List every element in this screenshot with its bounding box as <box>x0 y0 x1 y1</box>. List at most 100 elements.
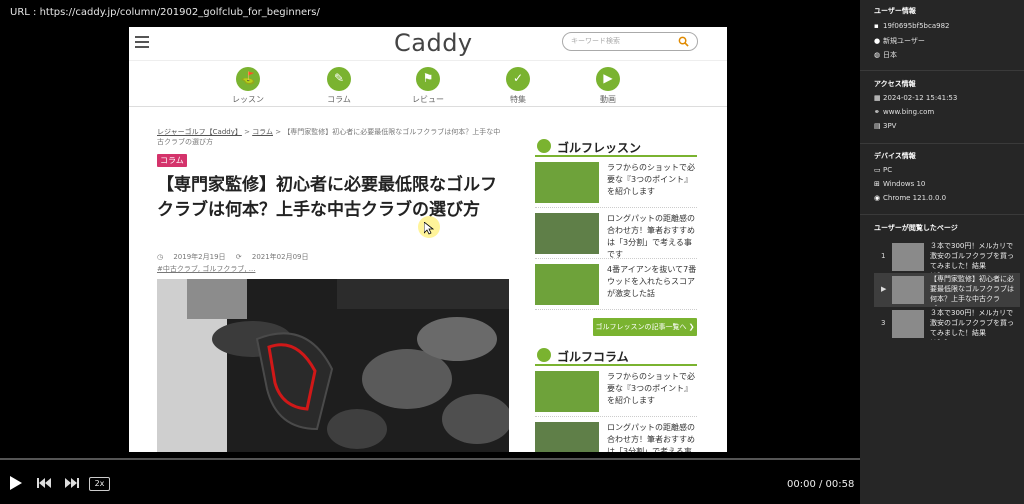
list-item[interactable]: ラフからのショットで必要な『3つのポイント』を紹介します <box>535 157 697 208</box>
article-thumbnail <box>535 162 599 203</box>
section-title-text: ゴルフコラム <box>557 350 629 364</box>
device-info-title: デバイス情報 <box>874 152 916 160</box>
replay-player: URL : https://caddy.jp/column/201902_gol… <box>0 0 860 504</box>
history-thumbnail <box>892 276 924 304</box>
browser-row: ◉ Chrome 121.0.0.0 <box>874 194 946 202</box>
referrer: www.bing.com <box>883 108 935 116</box>
nav-feature[interactable]: ✓ 特集 <box>488 67 548 105</box>
history-thumbnail <box>892 243 924 271</box>
article-hero-image <box>157 279 509 452</box>
access-time-row: ▦ 2024-02-12 15:41:53 <box>874 94 957 102</box>
history-item-active[interactable]: ▶ 【専門家監修】初心者に必要最低限なゴルフクラブは何本？上手な中古クラブ・・・ <box>874 273 1020 307</box>
divider <box>860 214 1024 215</box>
article-thumbnail <box>535 422 599 452</box>
nav-column[interactable]: ✎ コラム <box>309 67 369 105</box>
article-link[interactable]: 4番アイアンを抜いて7番ウッドを入れたらスコアが激変した話 <box>607 264 699 300</box>
site-logo[interactable]: Caddy <box>394 29 473 57</box>
link-icon: ⚭ <box>874 108 880 116</box>
clock-icon: ◷ <box>157 253 166 261</box>
os-row: ⊞ Windows 10 <box>874 180 925 188</box>
article-dates: ◷ 2019年2月19日 ⟳ 2021年02月09日 <box>157 252 317 262</box>
id-card-icon: ▪ <box>874 22 879 30</box>
category-nav: ⛳ レッスン ✎ コラム ⚑ レビュー ✓ 特集 ▶ 動画 <box>129 63 727 107</box>
device: PC <box>883 166 893 174</box>
breadcrumb-separator: > <box>241 128 253 136</box>
sidebar-section-title: ゴルフレッスン <box>535 137 697 157</box>
hamburger-menu-icon[interactable] <box>135 36 149 48</box>
playback-time: 00:00 / 00:58 <box>787 479 855 490</box>
playback-speed-button[interactable]: 2x <box>89 477 110 491</box>
mouse-cursor-icon <box>418 216 440 238</box>
updated-date: 2021年02月09日 <box>251 253 309 261</box>
rewind-icon[interactable] <box>37 478 51 488</box>
nav-label: 動画 <box>600 95 616 104</box>
article-thumbnail <box>535 213 599 254</box>
document-icon: ▤ <box>874 122 881 130</box>
progress-bar[interactable] <box>0 458 860 460</box>
history-title: ユーザーが閲覧したページ <box>874 224 958 232</box>
session-info-panel: ユーザー情報 ▪ 19f0695bf5bca982 ● 新規ユーザー ◍ 日本 アクセ… <box>860 0 1024 504</box>
article-link[interactable]: ラフからのショットで必要な『3つのポイント』を紹介します <box>607 371 699 407</box>
recorded-url: URL : https://caddy.jp/column/201902_gol… <box>10 7 320 18</box>
lesson-more-button[interactable]: ゴルフレッスンの記事一覧へ ❯ <box>593 318 697 336</box>
user-icon: ● <box>874 37 881 45</box>
session-replay-viewer: URL : https://caddy.jp/column/201902_gol… <box>0 0 1024 504</box>
breadcrumb-separator: > <box>272 128 284 136</box>
country: 日本 <box>883 51 897 59</box>
history-thumbnail <box>892 310 924 338</box>
golf-clubs-photo <box>157 279 509 452</box>
breadcrumb-category[interactable]: コラム <box>252 128 273 136</box>
article-tags[interactable]: #中古クラブ, ゴルフクラブ, ... <box>157 264 255 274</box>
nav-label: コラム <box>327 95 351 104</box>
article-thumbnail <box>535 371 599 412</box>
divider <box>860 70 1024 71</box>
pageviews: 3PV <box>883 122 897 130</box>
sidebar-column: ゴルフコラム ラフからのショットで必要な『3つのポイント』を紹介します ロングパ… <box>535 346 697 452</box>
fast-forward-icon[interactable] <box>65 478 79 488</box>
play-indicator-icon: ▶ <box>881 285 887 293</box>
golfer-icon: ⛳ <box>236 67 260 91</box>
article-link[interactable]: ロングパットの距離感の合わせ方！筆者おすすめは「3分割」で考える事です <box>607 213 699 261</box>
history-title-text: ３本で300円！メルカリで激安のゴルフクラブを買ってみました！結果は？？・・・ <box>930 309 1014 340</box>
nav-lesson[interactable]: ⛳ レッスン <box>218 67 278 105</box>
list-item[interactable]: ロングパットの距離感の合わせ方！筆者おすすめは「3分割」で考える事です <box>535 208 697 259</box>
sidebar: ゴルフレッスン ラフからのショットで必要な『3つのポイント』を紹介します ロング… <box>535 137 697 452</box>
nav-review[interactable]: ⚑ レビュー <box>398 67 458 105</box>
user-type-row: ● 新規ユーザー <box>874 36 925 46</box>
article-link[interactable]: ラフからのショットで必要な『3つのポイント』を紹介します <box>607 162 699 198</box>
access-info-title: アクセス情報 <box>874 80 916 88</box>
divider <box>860 143 1024 144</box>
search-icon[interactable] <box>678 36 689 47</box>
history-item[interactable]: 1 ３本で300円！メルカリで激安のゴルフクラブを買ってみました！結果は？・・・ <box>878 240 1018 274</box>
play-icon[interactable] <box>10 476 22 490</box>
search-input[interactable]: キーワード検索 <box>562 32 698 51</box>
history-number: 1 <box>881 252 886 260</box>
list-item[interactable]: ラフからのショットで必要な『3つのポイント』を紹介します <box>535 366 697 417</box>
user-id-row: ▪ 19f0695bf5bca982 <box>874 22 950 30</box>
calendar-icon: ▦ <box>874 94 881 102</box>
user-type: 新規ユーザー <box>883 37 925 45</box>
device-row: ▭ PC <box>874 166 892 174</box>
category-badge[interactable]: コラム <box>157 154 187 167</box>
article-thumbnail <box>535 264 599 305</box>
breadcrumb-home[interactable]: レジャーゴルフ【Caddy】 <box>157 128 242 136</box>
user-info-title: ユーザー情報 <box>874 7 916 15</box>
access-time: 2024-02-12 15:41:53 <box>883 94 958 102</box>
user-id: 19f0695bf5bca982 <box>883 22 950 30</box>
pageviews-row: ▤ 3PV <box>874 122 896 130</box>
nav-video[interactable]: ▶ 動画 <box>578 67 638 105</box>
site-header: Caddy キーワード検索 <box>129 27 727 61</box>
golf-bag-icon: ⚑ <box>416 67 440 91</box>
history-title-text: ３本で300円！メルカリで激安のゴルフクラブを買ってみました！結果は？・・・ <box>930 242 1014 273</box>
article-title: 【専門家監修】初心者に必要最低限なゴルフクラブは何本？上手な中古クラブの選び方 <box>157 175 497 220</box>
refresh-icon: ⟳ <box>235 253 244 261</box>
nav-label: レビュー <box>412 95 444 104</box>
sidebar-section-title: ゴルフコラム <box>535 346 697 366</box>
list-item[interactable]: ロングパットの距離感の合わせ方！筆者おすすめは「3分割」で考える事です <box>535 417 697 452</box>
list-item[interactable]: 4番アイアンを抜いて7番ウッドを入れたらスコアが激変した話 <box>535 259 697 310</box>
referrer-row: ⚭ www.bing.com <box>874 108 934 116</box>
article-link[interactable]: ロングパットの距離感の合わせ方！筆者おすすめは「3分割」で考える事です <box>607 422 699 452</box>
history-item[interactable]: 3 ３本で300円！メルカリで激安のゴルフクラブを買ってみました！結果は？？・・… <box>878 307 1018 341</box>
thumbs-up-icon: ✓ <box>506 67 530 91</box>
video-icon: ▶ <box>596 67 620 91</box>
